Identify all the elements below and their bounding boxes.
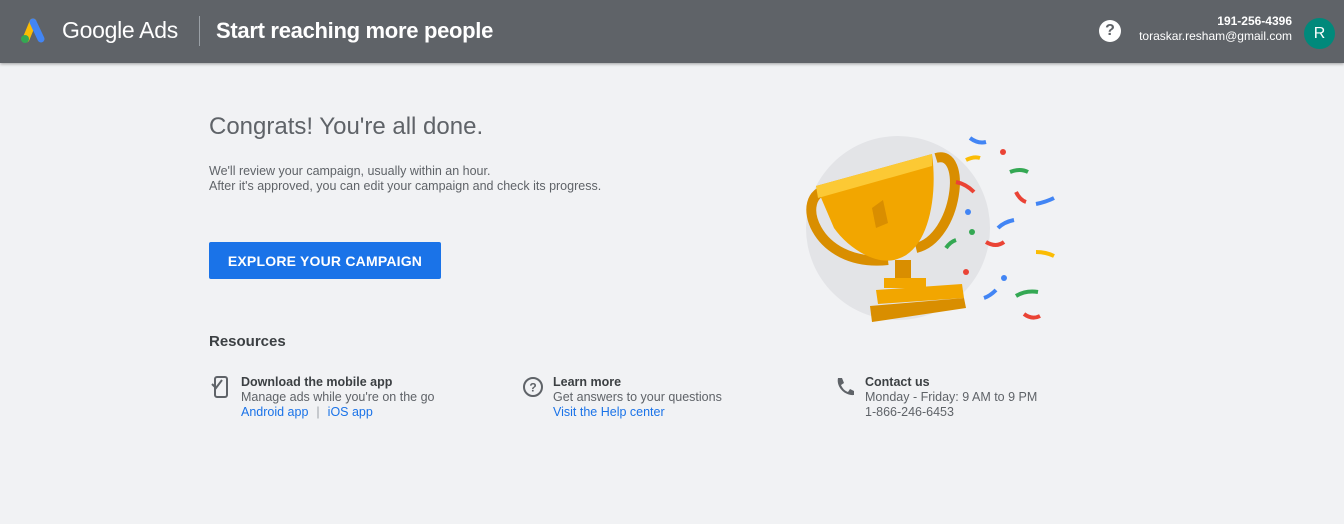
account-phone: 191-256-4396 <box>1217 14 1292 28</box>
confetti-piece <box>1014 289 1039 298</box>
confetti-piece <box>969 229 975 235</box>
description-line-1: We'll review your campaign, usually with… <box>209 164 491 178</box>
confetti-piece <box>1001 275 1007 281</box>
ios-app-link[interactable]: iOS app <box>328 405 373 419</box>
success-description: We'll review your campaign, usually with… <box>209 164 601 194</box>
confetti-piece <box>1035 196 1055 206</box>
help-outline-icon: ? <box>523 377 543 397</box>
help-icon[interactable]: ? <box>1099 20 1121 42</box>
resource-subtitle: Monday - Friday: 9 AM to 9 PM <box>865 390 1038 404</box>
resource-subtitle: Manage ads while you're on the go <box>241 390 435 404</box>
confetti-piece <box>996 218 1015 230</box>
resources-heading: Resources <box>209 333 286 350</box>
confetti-piece <box>1014 191 1027 204</box>
account-info[interactable]: 191-256-4396 toraskar.resham@gmail.com <box>1139 14 1292 44</box>
phone-icon <box>837 378 854 396</box>
confetti-piece <box>1009 168 1029 174</box>
success-headline: Congrats! You're all done. <box>209 113 484 140</box>
resource-title: Download the mobile app <box>241 375 393 389</box>
confetti-piece <box>1022 312 1041 320</box>
help-center-link[interactable]: Visit the Help center <box>553 405 665 419</box>
mobile-phone-icon <box>211 376 228 398</box>
brand-name: Google Ads <box>62 17 178 43</box>
confetti-piece <box>984 240 1006 247</box>
page-title: Start reaching more people <box>216 18 494 43</box>
confetti-piece <box>983 288 998 300</box>
android-app-link[interactable]: Android app <box>241 405 308 419</box>
link-separator: | <box>316 405 320 419</box>
resource-title: Contact us <box>865 375 930 389</box>
confetti-piece <box>965 155 981 162</box>
explore-campaign-button[interactable]: EXPLORE YOUR CAMPAIGN <box>209 242 441 279</box>
confetti-piece <box>1000 149 1006 155</box>
google-ads-logo-icon[interactable] <box>17 15 49 45</box>
header-divider <box>199 16 200 46</box>
trophy-illustration <box>806 136 1055 322</box>
resource-title: Learn more <box>553 375 622 389</box>
account-email: toraskar.resham@gmail.com <box>1139 29 1292 43</box>
confetti-piece <box>1035 250 1055 258</box>
contact-phone: 1-866-246-6453 <box>865 405 954 419</box>
avatar[interactable]: R <box>1304 18 1335 49</box>
trophy-collar <box>884 278 926 288</box>
description-line-2: After it's approved, you can edit your c… <box>209 179 602 193</box>
confetti-piece <box>968 136 987 145</box>
resource-subtitle: Get answers to your questions <box>553 390 722 404</box>
confetti-piece <box>965 209 971 215</box>
confetti-piece <box>963 269 969 275</box>
top-bar: Google Ads Start reaching more people ? … <box>0 0 1344 63</box>
svg-text:?: ? <box>529 381 536 395</box>
